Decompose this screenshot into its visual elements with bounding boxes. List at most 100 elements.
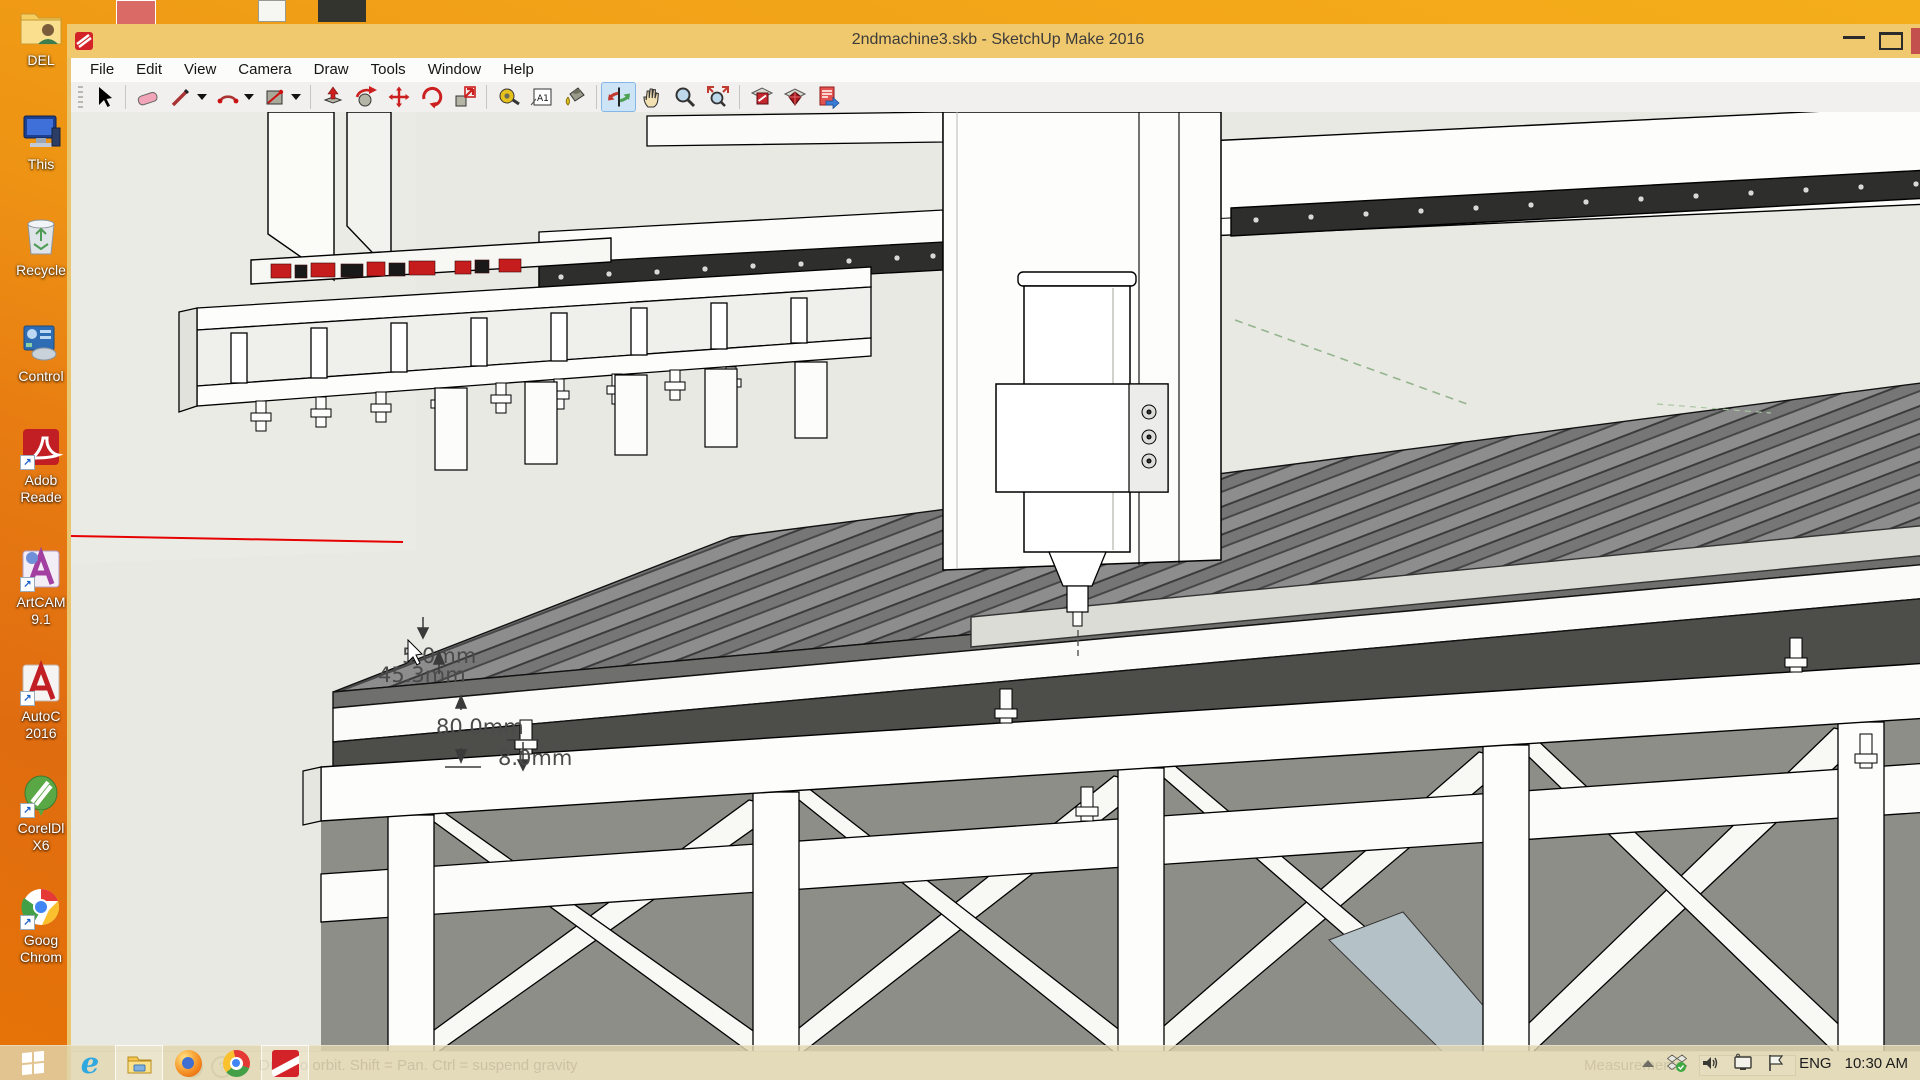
shortcut-arrow-icon: ↗ [20,455,35,470]
menu-help[interactable]: Help [492,58,545,82]
user-folder-icon [18,4,64,50]
arc-tool[interactable] [211,83,244,111]
eraser-tool[interactable] [131,83,164,111]
artcam-icon: ↗ [18,546,64,592]
push-pull-tool[interactable] [316,83,349,111]
follow-me-tool[interactable] [349,83,382,111]
shortcut-arrow-icon: ↗ [20,803,35,818]
follow-me-icon [354,85,378,109]
pan-tool[interactable] [635,83,668,111]
paint-bucket-icon [563,85,587,109]
close-button[interactable] [1911,28,1920,54]
line-pencil-icon [169,85,193,109]
desktop-icon-partial-1[interactable] [116,0,156,25]
hidden-icons-chevron[interactable] [1642,1060,1654,1067]
toolbar-grip[interactable] [78,86,83,108]
language-indicator[interactable]: ENG [1799,1055,1832,1072]
adobe-reader-icon: ↗ [18,424,64,470]
taskbar-sketchup[interactable] [261,1045,309,1080]
menu-file[interactable]: File [79,58,125,82]
maximize-button[interactable] [1879,32,1903,50]
window-title: 2ndmachine3.skb - SketchUp Make 2016 [67,31,1920,49]
start-button[interactable] [0,1046,66,1080]
tape-measure-tool[interactable] [492,83,525,111]
autocad-icon: ↗ [18,660,64,706]
arc-tool-dropdown[interactable] [244,94,254,100]
internet-explorer-icon: e [81,1050,99,1077]
zoom-tool[interactable] [668,83,701,111]
rectangle-tool[interactable] [258,83,291,111]
toolbar: A1 [71,82,1920,113]
toolbar-separator [486,85,487,109]
menu-tools[interactable]: Tools [360,58,417,82]
dropbox-icon[interactable] [1667,1053,1687,1073]
tool-bit [1073,612,1082,626]
orbit-tool[interactable] [602,83,635,111]
move-icon [387,85,411,109]
rectangle-tool-dropdown[interactable] [291,94,301,100]
desktop-icon-partial-3[interactable] [318,0,366,22]
zoom-extents-tool[interactable] [701,83,734,111]
paint-bucket-tool[interactable] [558,83,591,111]
shortcut-arrow-icon: ↗ [20,577,35,592]
line-tool-dropdown[interactable] [197,94,207,100]
select-tool[interactable] [87,83,120,111]
3d-warehouse-tool[interactable] [745,83,778,111]
menu-camera[interactable]: Camera [227,58,302,82]
share-model-tool[interactable] [811,83,844,111]
recycle-bin-icon [18,214,64,260]
dim-label: 45.3mm [378,663,466,687]
scale-tool[interactable] [448,83,481,111]
toolbar-separator [125,85,126,109]
move-tool[interactable] [382,83,415,111]
rotate-tool[interactable] [415,83,448,111]
share-model-icon [816,85,840,109]
windows-logo-icon [22,1051,44,1075]
toolbar-separator [596,85,597,109]
dim-label: 80.0mm [436,715,524,739]
extension-warehouse-tool[interactable] [778,83,811,111]
this-pc-icon [18,108,64,154]
taskbar-chrome[interactable] [213,1046,259,1080]
taskbar-file-explorer[interactable] [115,1045,163,1080]
taskbar-firefox[interactable] [165,1046,211,1080]
taskbar-internet-explorer[interactable]: e [67,1046,113,1080]
text-tool[interactable]: A1 [525,83,558,111]
desktop-icon-partial-2[interactable] [258,0,286,22]
eraser-icon [136,85,160,109]
line-tool[interactable] [164,83,197,111]
display-icon[interactable] [1733,1053,1753,1073]
titlebar[interactable]: 2ndmachine3.skb - SketchUp Make 2016 [67,24,1920,58]
firefox-icon [175,1050,202,1077]
shortcut-arrow-icon: ↗ [20,915,35,930]
action-center-flag-icon[interactable] [1766,1053,1786,1073]
svg-text:A1: A1 [537,94,549,104]
shortcut-arrow-icon: ↗ [20,691,35,706]
file-explorer-icon [126,1050,153,1077]
scale-icon [453,85,477,109]
sketchup-window: 2ndmachine3.skb - SketchUp Make 2016 Fil… [67,24,1920,1080]
clamp-bolts [1142,405,1156,468]
pan-hand-icon [640,85,664,109]
menu-view[interactable]: View [173,58,227,82]
menu-draw[interactable]: Draw [303,58,360,82]
text-icon: A1 [530,85,554,109]
toolbar-separator [310,85,311,109]
control-panel-icon [18,320,64,366]
system-tray: ENG 10:30 AM [1642,1053,1920,1073]
clock[interactable]: 10:30 AM [1845,1055,1908,1072]
model-viewport[interactable]: 5.0mm 45.3mm 80.0mm 8.0mm [71,112,1920,1052]
zoom-icon [673,85,697,109]
rotate-icon [420,85,444,109]
menu-edit[interactable]: Edit [125,58,173,82]
menu-window[interactable]: Window [417,58,492,82]
3d-warehouse-icon [750,85,774,109]
tape-measure-icon [497,85,521,109]
menubar: File Edit View Camera Draw Tools Window … [71,58,1920,83]
minimize-button[interactable] [1843,36,1865,39]
extension-warehouse-icon [783,85,807,109]
google-chrome-icon: ↗ [18,884,64,930]
chrome-icon [223,1050,250,1077]
model-canvas: 5.0mm 45.3mm 80.0mm 8.0mm [71,112,1920,1052]
volume-icon[interactable] [1700,1053,1720,1073]
